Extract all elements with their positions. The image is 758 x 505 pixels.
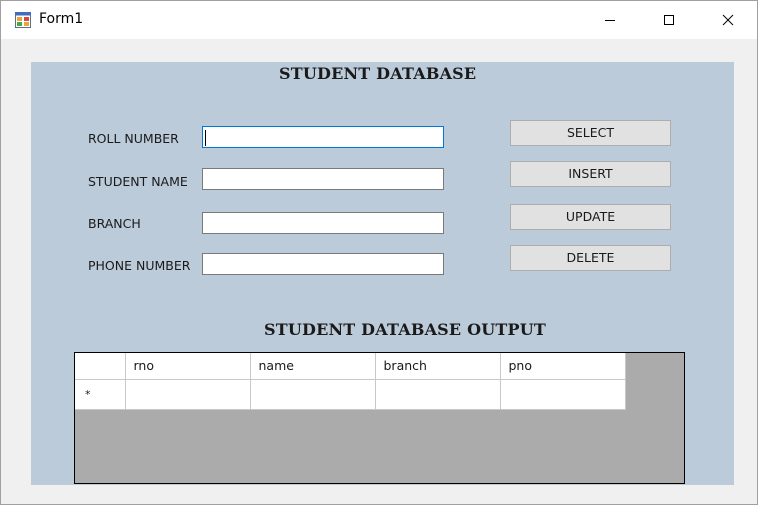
grid-cell[interactable]: [375, 379, 501, 410]
column-header-pno[interactable]: pno: [500, 353, 626, 380]
phone-number-label: PHONE NUMBER: [88, 258, 191, 273]
form-app-icon: [15, 12, 31, 28]
grid-cell[interactable]: [250, 379, 376, 410]
close-icon: [722, 14, 734, 26]
output-data-grid[interactable]: rno name branch pno *: [74, 352, 685, 484]
minimize-icon: [604, 14, 616, 26]
form1-window: Form1 STUDENT DATABASE ROLL NUMBER STUDE…: [0, 0, 758, 505]
column-header-name[interactable]: name: [250, 353, 376, 380]
select-button[interactable]: SELECT: [510, 120, 671, 146]
phone-number-input[interactable]: [202, 253, 444, 275]
branch-label: BRANCH: [88, 216, 141, 231]
maximize-icon: [663, 14, 675, 26]
maximize-button[interactable]: [646, 1, 692, 39]
roll-number-input[interactable]: [202, 126, 444, 148]
text-caret: [205, 130, 206, 146]
column-header-branch[interactable]: branch: [375, 353, 501, 380]
update-button[interactable]: UPDATE: [510, 204, 671, 230]
close-button[interactable]: [705, 1, 751, 39]
output-heading: STUDENT DATABASE OUTPUT: [264, 320, 546, 339]
grid-table: rno name branch pno *: [75, 353, 626, 410]
roll-number-label: ROLL NUMBER: [88, 131, 179, 146]
student-name-label: STUDENT NAME: [88, 174, 188, 189]
grid-header-row: rno name branch pno: [75, 353, 626, 380]
grid-cell[interactable]: [500, 379, 626, 410]
column-header-rno[interactable]: rno: [125, 353, 251, 380]
branch-input[interactable]: [202, 212, 444, 234]
student-name-input[interactable]: [202, 168, 444, 190]
row-header-corner[interactable]: [75, 353, 126, 380]
new-row-marker[interactable]: *: [75, 379, 126, 410]
title-bar[interactable]: Form1: [1, 1, 757, 39]
form-client-area: STUDENT DATABASE ROLL NUMBER STUDENT NAM…: [31, 62, 734, 485]
window-title: Form1: [39, 11, 84, 27]
insert-button[interactable]: INSERT: [510, 161, 671, 187]
form-heading: STUDENT DATABASE: [279, 64, 477, 83]
grid-cell[interactable]: [125, 379, 251, 410]
delete-button[interactable]: DELETE: [510, 245, 671, 271]
new-row[interactable]: *: [75, 379, 626, 410]
minimize-button[interactable]: [587, 1, 633, 39]
